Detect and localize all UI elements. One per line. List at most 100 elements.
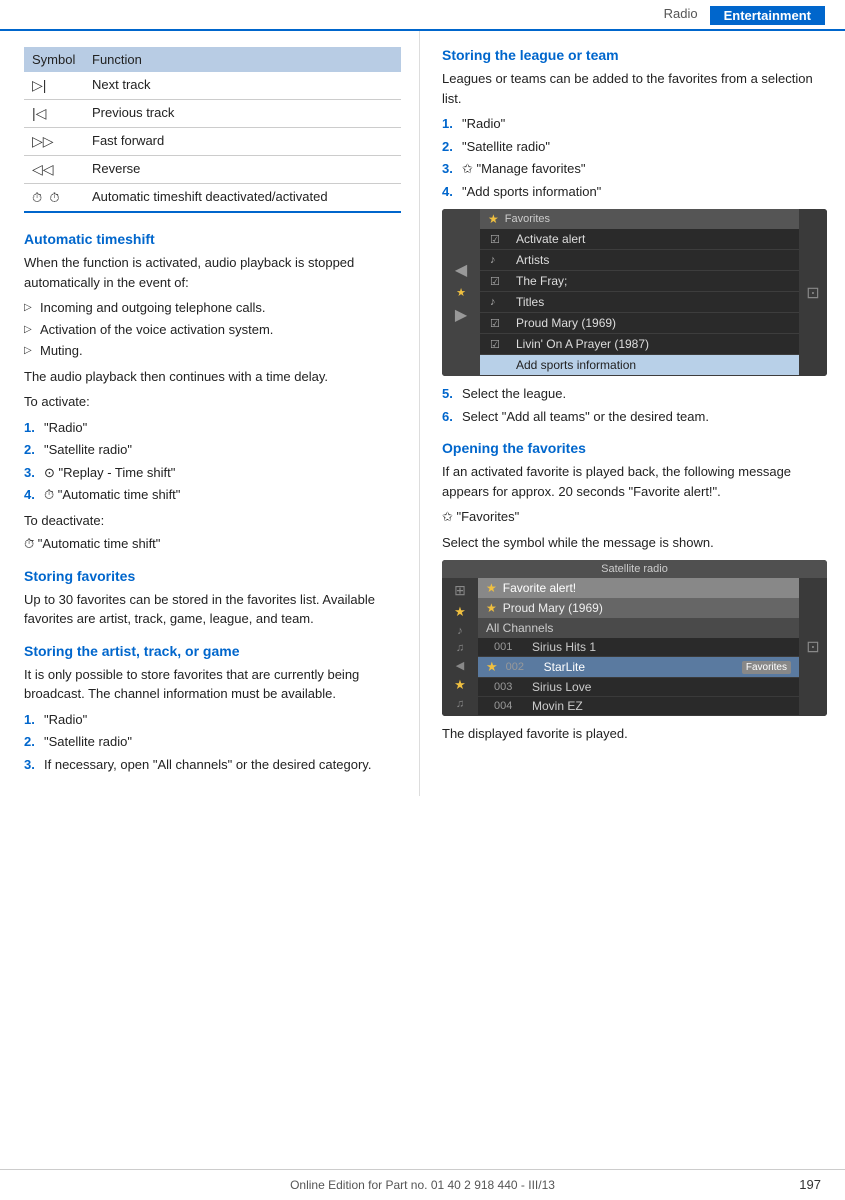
table-row: ▷| Next track (24, 72, 401, 100)
channel-num: 002 (506, 661, 536, 673)
sat-channel-row: 003 Sirius Love (478, 678, 799, 697)
sat-nav-icon: ★ (454, 677, 466, 693)
screen-main-area: ★ Favorites ☑ Activate alert ♪ Artists (480, 209, 799, 376)
list-item: "Add sports information" (442, 182, 827, 202)
list-item: If necessary, open "All channels" or the… (24, 755, 401, 775)
channel-num: 001 (494, 641, 524, 653)
sat-screen-header: Satellite radio (442, 560, 827, 578)
sat-nav-icon: ♫ (456, 642, 464, 654)
list-item: Select the league. (442, 384, 827, 404)
activate-steps: "Radio" "Satellite radio" ⊙ "Replay - Ti… (24, 418, 401, 505)
favorites-screen: ◀ ★ ▶ ★ Favorites ☑ Activate alert (442, 209, 827, 376)
sat-nav-icon: ★ (454, 604, 466, 620)
opening-favorites-body2: Select the symbol while the message is s… (442, 533, 827, 553)
sat-nav-icon: ♪ (457, 625, 463, 637)
table-row: ◁◁ Reverse (24, 156, 401, 184)
sat-scroll: ⊡ (799, 578, 827, 716)
table-row: ⏱ ⏱ Automatic timeshift deactivated/acti… (24, 184, 401, 213)
function-next: Next track (84, 72, 401, 100)
list-item: "Satellite radio" (24, 440, 401, 460)
sat-channel-row-active: ★ 002 StarLite Favorites (478, 657, 799, 678)
deactivate-step: ⏱̃ "Automatic time shift" (24, 534, 401, 554)
sat-alert-row: ★ Favorite alert! (478, 578, 799, 598)
row-icon: ♪ (490, 254, 508, 266)
screen-header: ★ Favorites (480, 209, 799, 229)
screen-nav: ◀ ★ ▶ (442, 209, 480, 376)
sat-channels-header: All Channels (478, 618, 799, 638)
list-item: "Satellite radio" (24, 732, 401, 752)
function-prev: Previous track (84, 100, 401, 128)
list-item: "Radio" (442, 114, 827, 134)
auto-timeshift-intro: When the function is activated, audio pl… (24, 253, 401, 292)
opening-favorites-after: The displayed favorite is played. (442, 724, 827, 744)
symbol-ff: ▷▷ (24, 128, 84, 156)
symbol-table: Symbol Function ▷| Next track |◁ Previou… (24, 47, 401, 213)
symbol-next: ▷| (24, 72, 84, 100)
row-text: The Fray; (516, 274, 567, 288)
screen-scroll: ⊡ (799, 209, 827, 376)
star-line: ✩ "Favorites" (442, 507, 827, 527)
left-column: Symbol Function ▷| Next track |◁ Previou… (0, 31, 420, 796)
screen-row: ☑ Livin' On A Prayer (1987) (480, 334, 799, 355)
channel-name: StarLite (544, 660, 585, 674)
row-text: Titles (516, 295, 544, 309)
sat-nav-icon: ⊞ (454, 582, 466, 599)
scroll-icon: ⊡ (806, 637, 819, 657)
nav-icon: ▶ (455, 305, 467, 325)
opening-favorites-body1: If an activated favorite is played back,… (442, 462, 827, 501)
table-col-function: Function (84, 47, 401, 72)
storing-league-steps: "Radio" "Satellite radio" ✩ "Manage favo… (442, 114, 827, 201)
page-header: Radio Entertainment (0, 0, 845, 31)
screen-row: ☑ Activate alert (480, 229, 799, 250)
sub-star-icon: ★ (486, 601, 497, 615)
sat-main-area: ★ Favorite alert! ★ Proud Mary (1969) Al… (478, 578, 799, 716)
alert-text: Favorite alert! (503, 581, 576, 595)
sat-channel-row: 004 Movin EZ (478, 697, 799, 716)
function-ff: Fast forward (84, 128, 401, 156)
screen-row-selected: Add sports information (480, 355, 799, 376)
right-column: Storing the league or team Leagues or te… (420, 31, 845, 796)
row-text: Livin' On A Prayer (1987) (516, 337, 649, 351)
sat-body: ⊞ ★ ♪ ♫ ◀ ★ ♫ ★ Favorite alert! ★ Proud … (442, 578, 827, 716)
function-rev: Reverse (84, 156, 401, 184)
row-text: Proud Mary (1969) (516, 316, 616, 330)
screen-row: ♪ Artists (480, 250, 799, 271)
sat-sub-row: ★ Proud Mary (1969) (478, 598, 799, 618)
row-icon: ☑ (490, 338, 508, 351)
row-text: Add sports information (516, 358, 636, 372)
row-text: Artists (516, 253, 549, 267)
sat-nav-icon: ◀ (456, 659, 464, 672)
storing-league-intro: Leagues or teams can be added to the fav… (442, 69, 827, 108)
storing-artist-heading: Storing the artist, track, or game (24, 643, 401, 659)
storing-favorites-body: Up to 30 favorites can be stored in the … (24, 590, 401, 629)
channel-name: Sirius Hits 1 (532, 640, 596, 654)
main-content: Symbol Function ▷| Next track |◁ Previou… (0, 31, 845, 796)
function-timeshift: Automatic timeshift deactivated/activate… (84, 184, 401, 213)
page-number: 197 (799, 1177, 821, 1192)
screen-body: ☑ Activate alert ♪ Artists ☑ The Fray; (480, 229, 799, 376)
storing-artist-steps: "Radio" "Satellite radio" If necessary, … (24, 710, 401, 775)
channel-name: Movin EZ (532, 699, 583, 713)
list-item: ✩ "Manage favorites" (442, 159, 827, 179)
header-radio-label: Radio (664, 6, 698, 25)
fav-badge: Favorites (742, 661, 791, 674)
satellite-screen: Satellite radio ⊞ ★ ♪ ♫ ◀ ★ ♫ ★ Favorite… (442, 560, 827, 716)
fav-star-icon: ★ (486, 659, 498, 675)
row-icon: ☑ (490, 275, 508, 288)
row-text: Activate alert (516, 232, 585, 246)
screen-layout: ◀ ★ ▶ ★ Favorites ☑ Activate alert (442, 209, 827, 376)
sat-channel-row: 001 Sirius Hits 1 (478, 638, 799, 657)
sat-nav-icon: ♫ (456, 698, 464, 710)
row-icon: ☑ (490, 317, 508, 330)
list-item: "Radio" (24, 710, 401, 730)
list-item: Incoming and outgoing telephone calls. (24, 298, 401, 318)
table-row: |◁ Previous track (24, 100, 401, 128)
channel-name: Sirius Love (532, 680, 591, 694)
row-icon (490, 359, 508, 371)
screen-header-title: Favorites (505, 213, 550, 225)
nav-icon: ◀ (455, 260, 467, 280)
storing-league-heading: Storing the league or team (442, 47, 827, 63)
row-icon: ☑ (490, 233, 508, 246)
list-item: ⏱ "Automatic time shift" (24, 485, 401, 505)
scroll-icon: ⊡ (806, 283, 819, 303)
